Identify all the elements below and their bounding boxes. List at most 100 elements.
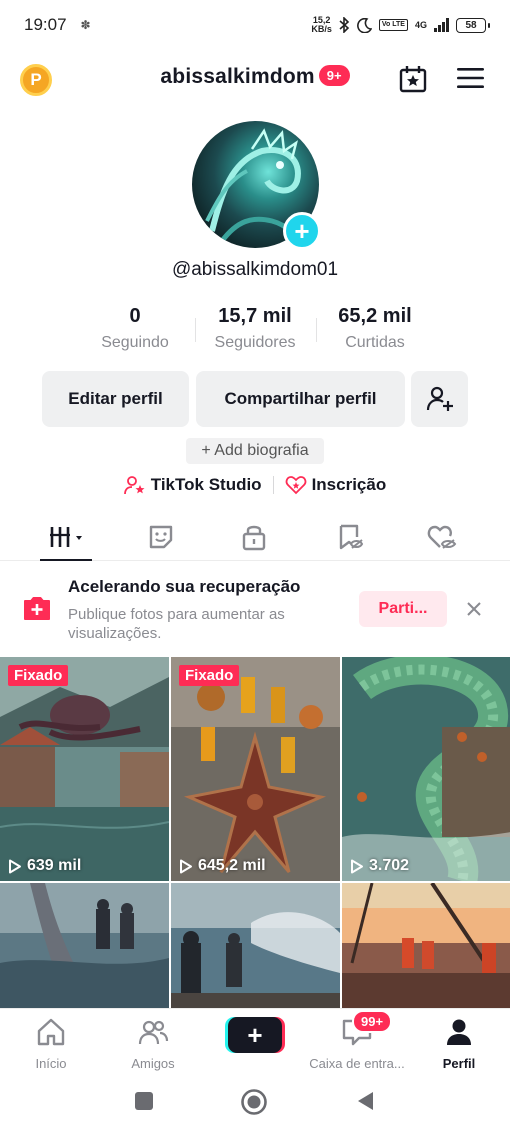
back-triangle-icon[interactable]: [355, 1090, 377, 1112]
recovery-banner: Acelerando sua recuperação Publique foto…: [0, 561, 510, 657]
battery-icon: 58: [456, 17, 490, 33]
username-switcher[interactable]: abissalkimdom 9+: [0, 65, 510, 89]
inbox-badge: 99+: [352, 1010, 393, 1033]
nav-friends-label: Amigos: [131, 1056, 175, 1071]
photo-add-icon: [24, 597, 50, 620]
tiktok-studio-label: TikTok Studio: [150, 475, 262, 494]
moon-icon: [356, 17, 372, 33]
video-thumbnail: [0, 657, 169, 881]
stat-followers[interactable]: 15,7 mil Seguidores: [200, 305, 310, 352]
subscription-link[interactable]: Inscrição: [285, 475, 387, 495]
person-star-icon: [123, 476, 145, 495]
video-thumbnail: [171, 657, 340, 881]
tiktok-studio-link[interactable]: TikTok Studio: [123, 475, 262, 495]
video-tile[interactable]: [0, 883, 169, 1011]
signal-strength-icon: [434, 18, 449, 32]
stat-divider: [195, 318, 196, 342]
stat-divider: [316, 318, 317, 342]
profile-tabs: [0, 515, 510, 561]
sticker-icon: [149, 525, 173, 549]
view-count-value: 3.702: [369, 857, 410, 874]
battery-level: 58: [465, 19, 477, 31]
settings-gear-icon: ✽: [80, 18, 91, 32]
home-icon: [37, 1018, 65, 1046]
link-divider: [272, 476, 274, 494]
play-icon: [180, 859, 192, 873]
friends-icon: [138, 1020, 169, 1045]
lock-icon: [242, 525, 266, 551]
stat-likes-value: 65,2 mil: [338, 305, 412, 327]
video-tile[interactable]: [171, 883, 340, 1011]
play-icon: [351, 859, 363, 873]
network-speed-unit: KB/s: [311, 24, 332, 34]
create-button[interactable]: +: [228, 1017, 282, 1053]
menu-icon[interactable]: [457, 67, 484, 89]
pinned-badge: Fixado: [179, 665, 240, 686]
add-bio-button[interactable]: + Add biografia: [186, 438, 324, 464]
heart-hidden-icon: [427, 525, 457, 549]
profile-stats: 0 Seguindo 15,7 mil Seguidores 65,2 mil …: [0, 305, 510, 357]
video-tile[interactable]: Fixado 639 mil: [0, 657, 169, 881]
view-count: 645,2 mil: [179, 857, 266, 875]
tab-saved[interactable]: [330, 521, 370, 553]
profile-icon: [447, 1019, 471, 1045]
bottom-navigation: Início Amigos + Caixa de entra... Perfil: [0, 1008, 510, 1072]
nav-friends[interactable]: Amigos: [103, 1017, 203, 1071]
network-type: 4G: [414, 19, 427, 30]
tab-liked[interactable]: [422, 521, 462, 553]
bookmark-hidden-icon: [339, 524, 364, 550]
home-circle-icon[interactable]: [240, 1088, 268, 1116]
bluetooth-icon: [339, 17, 350, 33]
heart-star-icon: [285, 476, 306, 495]
header-username[interactable]: abissalkimdom: [160, 65, 314, 88]
add-avatar-button[interactable]: +: [283, 212, 321, 250]
video-tile[interactable]: 3.702: [342, 657, 510, 881]
banner-start-button[interactable]: Parti...: [359, 591, 447, 627]
tab-stickers[interactable]: [141, 521, 181, 553]
share-profile-button[interactable]: Compartilhar perfil: [196, 371, 405, 427]
stat-followers-label: Seguidores: [214, 334, 296, 351]
view-count: 3.702: [350, 857, 409, 875]
nav-home-label: Início: [35, 1056, 67, 1071]
pinned-badge: Fixado: [8, 665, 69, 686]
video-thumbnail: [342, 657, 510, 881]
close-icon[interactable]: [464, 599, 484, 619]
system-navigation-bar: [0, 1072, 510, 1133]
banner-text: Publique fotos para aumentar as visualiz…: [68, 606, 285, 642]
nav-inbox-label: Caixa de entra...: [309, 1056, 405, 1071]
add-friend-button[interactable]: [411, 371, 468, 427]
stat-followers-value: 15,7 mil: [218, 305, 292, 327]
stat-likes-label: Curtidas: [345, 334, 405, 351]
volte-badge: Vo LTE: [378, 19, 408, 31]
subscription-label: Inscrição: [311, 475, 387, 494]
add-user-icon: [426, 386, 453, 411]
nav-profile[interactable]: Perfil: [409, 1017, 509, 1071]
view-count-value: 645,2 mil: [198, 857, 266, 874]
stat-likes[interactable]: 65,2 mil Curtidas: [322, 305, 428, 352]
video-grid: Fixado 639 mil Fixado 645,2 mil 3.702: [0, 657, 510, 1011]
nav-profile-label: Perfil: [442, 1056, 476, 1071]
video-tile[interactable]: [342, 883, 510, 1011]
stat-following[interactable]: 0 Seguindo: [85, 305, 185, 352]
recents-square-icon[interactable]: [133, 1090, 155, 1112]
video-tile[interactable]: Fixado 645,2 mil: [171, 657, 340, 881]
profile-links: TikTok Studio Inscrição: [0, 472, 510, 498]
stat-following-value: 0: [129, 305, 141, 327]
tab-videos[interactable]: [46, 521, 92, 553]
tab-private[interactable]: [234, 521, 274, 553]
network-speed: 15,2 KB/s: [311, 16, 332, 34]
view-count: 639 mil: [8, 857, 81, 875]
status-time: 19:07: [24, 15, 67, 34]
grid-dropdown-icon: [50, 527, 82, 547]
calendar-star-icon[interactable]: [398, 64, 428, 94]
status-indicators: 15,2 KB/s Vo LTE 4G 58: [311, 16, 490, 34]
edit-profile-button[interactable]: Editar perfil: [42, 371, 189, 427]
stat-following-label: Seguindo: [101, 334, 169, 351]
video-thumbnail: [171, 883, 340, 1011]
video-thumbnail: [342, 883, 510, 1011]
video-thumbnail: [0, 883, 169, 1011]
play-icon: [9, 859, 21, 873]
nav-home[interactable]: Início: [1, 1017, 101, 1071]
status-bar: 19:07 ✽ 15,2 KB/s Vo LTE 4G 58: [0, 0, 510, 50]
banner-title: Acelerando sua recuperação: [68, 577, 301, 596]
